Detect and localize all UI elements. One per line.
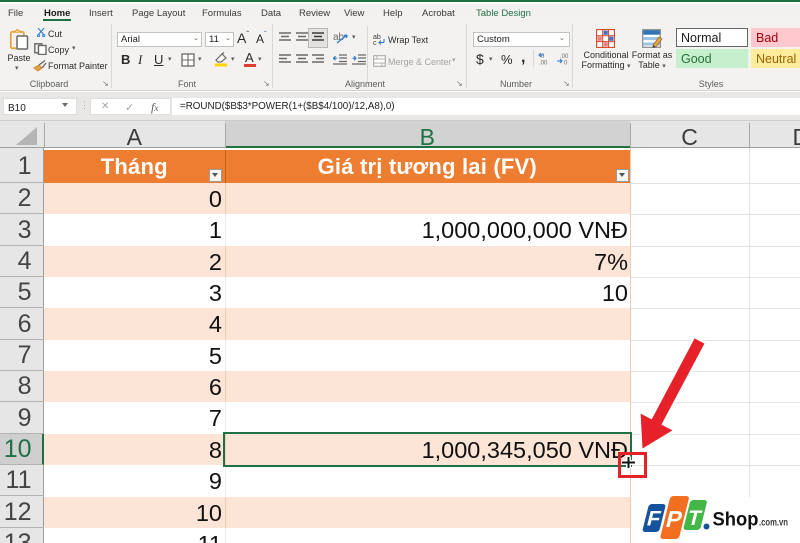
svg-text:.com.vn: .com.vn [759,517,788,529]
svg-text:c: c [373,40,377,45]
svg-text:.00: .00 [560,54,569,60]
svg-text:P: P [663,506,685,532]
svg-text:0: 0 [564,61,568,66]
svg-text:.00: .00 [539,61,548,66]
svg-text:Shop: Shop [713,509,759,531]
